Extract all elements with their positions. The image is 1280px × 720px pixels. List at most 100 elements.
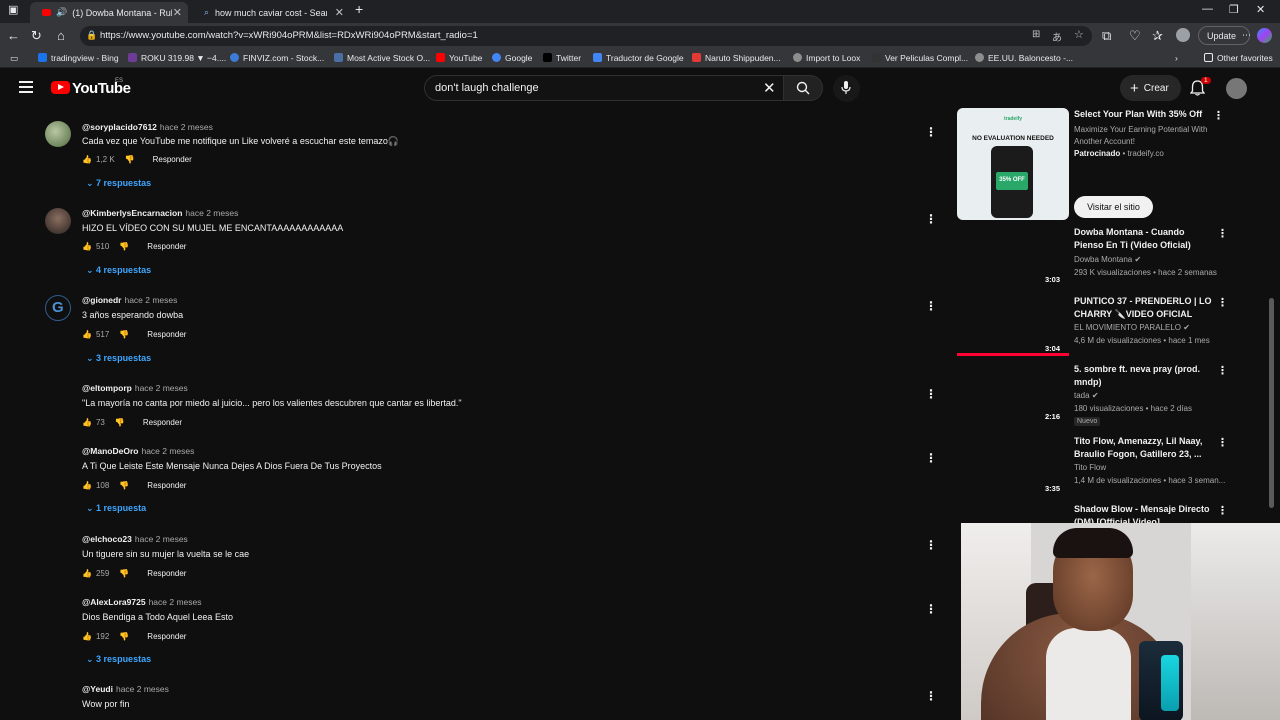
reply-button[interactable]: Responder — [147, 481, 186, 490]
close-tab-icon[interactable]: ✕ — [335, 6, 344, 19]
video-menu-icon[interactable]: ⋮ — [1217, 364, 1228, 377]
avatar[interactable]: G — [45, 295, 71, 321]
bookmark-item[interactable]: Import to Loox — [793, 53, 860, 63]
speaker-icon[interactable]: 🔊 — [56, 7, 67, 18]
comment-menu-icon[interactable]: ⋮ — [925, 387, 937, 401]
bookmark-item[interactable]: Ver Peliculas Compl... — [872, 53, 968, 63]
reply-button[interactable]: Responder — [147, 569, 186, 578]
app-icon[interactable]: ⊞ — [1032, 29, 1040, 40]
comment-menu-icon[interactable]: ⋮ — [925, 299, 937, 313]
video-channel[interactable]: EL MOVIMIENTO PARALELO ✔ — [1074, 323, 1190, 332]
account-avatar[interactable] — [1226, 78, 1247, 99]
comment-author[interactable]: @ManoDeOro hace 2 meses — [82, 446, 194, 456]
dislike-icon[interactable]: 👎 — [125, 155, 135, 164]
comment-author[interactable]: @elchoco23 hace 2 meses — [82, 534, 188, 544]
visit-site-button[interactable]: Visitar el sitio — [1074, 196, 1153, 218]
comment-author[interactable]: @AlexLora9725 hace 2 meses — [82, 597, 202, 607]
home-icon[interactable]: ⌂ — [57, 28, 65, 43]
reply-button[interactable]: Responder — [143, 418, 182, 427]
avatar[interactable] — [45, 208, 71, 234]
comment-menu-icon[interactable]: ⋮ — [925, 212, 937, 226]
video-channel[interactable]: tada ✔ — [1074, 391, 1099, 400]
bookmark-item[interactable]: EE.UU. Baloncesto -... — [975, 53, 1073, 63]
back-icon[interactable]: ← — [7, 28, 20, 43]
search-input[interactable]: don't laugh challenge ✕ — [424, 75, 784, 101]
close-tab-icon[interactable]: ✕ — [173, 6, 182, 19]
view-replies-button[interactable]: ⌄ 7 respuestas — [86, 178, 151, 189]
view-replies-button[interactable]: ⌄ 3 respuestas — [86, 353, 151, 364]
view-replies-button[interactable]: ⌄ 1 respuesta — [86, 503, 146, 514]
bookmark-item[interactable]: Most Active Stock O... — [334, 53, 430, 63]
avatar[interactable] — [45, 121, 71, 147]
like-icon[interactable]: 👍 — [82, 632, 92, 641]
copilot-icon[interactable] — [1257, 28, 1272, 43]
extensions-icon[interactable]: ⧉ — [1102, 28, 1111, 44]
create-button[interactable]: + Crear — [1120, 75, 1181, 101]
video-menu-icon[interactable]: ⋮ — [1217, 296, 1228, 309]
read-aloud-icon[interactable]: あ — [1052, 29, 1062, 44]
video-title[interactable]: Tito Flow, Amenazzy, Lil Naay, Braulio F… — [1074, 435, 1214, 461]
like-icon[interactable]: 👍 — [82, 481, 92, 490]
bookmark-item[interactable]: Twitter — [543, 53, 581, 63]
comment-menu-icon[interactable]: ⋮ — [925, 689, 937, 703]
like-icon[interactable]: 👍 — [82, 242, 92, 251]
tab-search[interactable]: ⌕ how much caviar cost - Search ✕ — [192, 2, 350, 23]
bookmark-item[interactable]: tradingview - Bing — [38, 53, 119, 63]
reply-button[interactable]: Responder — [147, 330, 186, 339]
comment-menu-icon[interactable]: ⋮ — [925, 538, 937, 552]
view-replies-button[interactable]: ⌄ 3 respuestas — [86, 654, 151, 665]
voice-search-button[interactable] — [833, 75, 860, 102]
minimize-icon[interactable]: — — [1202, 3, 1213, 15]
comment-author[interactable]: @KimberlysEncarnacion hace 2 meses — [82, 208, 238, 218]
search-button[interactable] — [783, 75, 823, 101]
video-title[interactable]: 5. sombre ft. neva pray (prod. mndp) — [1074, 363, 1214, 389]
maximize-icon[interactable]: ❐ — [1229, 3, 1239, 16]
comment-author[interactable]: @gionedr hace 2 meses — [82, 295, 177, 305]
address-bar[interactable]: 🔒 https://www.youtube.com/watch?v=xWRi90… — [80, 26, 1092, 46]
video-title[interactable]: PUNTICO 37 - PRENDERLO | LO CHARRY 🔪VIDE… — [1074, 295, 1214, 321]
video-menu-icon[interactable]: ⋮ — [1217, 436, 1228, 449]
dislike-icon[interactable]: 👎 — [119, 481, 129, 490]
bookmark-item[interactable]: FINVIZ.com - Stock... — [230, 53, 324, 63]
comment-author[interactable]: @eltomporp hace 2 meses — [82, 383, 188, 393]
browser-essentials-icon[interactable]: ♡ — [1129, 28, 1141, 44]
bookmark-item[interactable]: Other favorites — [1204, 53, 1273, 63]
bookmark-item[interactable]: Traductor de Google — [593, 53, 684, 63]
profile-icon[interactable] — [1176, 28, 1190, 42]
tab-actions-icon[interactable]: ▣ — [8, 3, 18, 16]
like-icon[interactable]: 👍 — [82, 155, 92, 164]
new-tab-icon[interactable]: + — [355, 1, 363, 17]
like-icon[interactable]: 👍 — [82, 418, 92, 427]
dislike-icon[interactable]: 👎 — [119, 330, 129, 339]
video-channel[interactable]: Tito Flow — [1074, 463, 1106, 472]
bookmark-item[interactable]: Naruto Shippuden... — [692, 53, 781, 63]
comment-author[interactable]: @soryplacido7612 hace 2 meses — [82, 122, 213, 132]
dislike-icon[interactable]: 👎 — [119, 632, 129, 641]
ad-menu-icon[interactable]: ⋮ — [1213, 109, 1224, 122]
lock-icon[interactable]: 🔒 — [86, 30, 97, 41]
ad-title[interactable]: Select Your Plan With 35% Off — [1074, 109, 1202, 119]
youtube-logo-icon[interactable] — [51, 81, 70, 94]
tab-youtube[interactable]: 🔊 (1) Dowba Montana - Rulay ✕ — [30, 2, 188, 23]
bookmark-item[interactable]: Google — [492, 53, 532, 63]
video-menu-icon[interactable]: ⋮ — [1217, 504, 1228, 517]
menu-icon[interactable] — [19, 81, 33, 93]
notifications-button[interactable]: 1 — [1189, 77, 1211, 101]
reading-list-icon[interactable]: ▭ — [10, 53, 18, 64]
video-channel[interactable]: Dowba Montana ✔ — [1074, 255, 1141, 264]
view-replies-button[interactable]: ⌄ 4 respuestas — [86, 265, 151, 276]
comment-author[interactable]: @Yeudi hace 2 meses — [82, 684, 169, 694]
favorites-icon[interactable]: ✰ — [1152, 28, 1163, 44]
like-icon[interactable]: 👍 — [82, 330, 92, 339]
dislike-icon[interactable]: 👎 — [119, 242, 129, 251]
comment-menu-icon[interactable]: ⋮ — [925, 602, 937, 616]
reply-button[interactable]: Responder — [153, 155, 192, 164]
refresh-icon[interactable]: ↻ — [31, 28, 42, 44]
video-title[interactable]: Dowba Montana - Cuando Pienso En Ti (Vid… — [1074, 226, 1214, 252]
bookmark-item[interactable]: YouTube — [436, 53, 482, 63]
like-icon[interactable]: 👍 — [82, 569, 92, 578]
reply-button[interactable]: Responder — [147, 242, 186, 251]
update-button[interactable]: Update ⋯ — [1198, 26, 1251, 45]
comment-menu-icon[interactable]: ⋮ — [925, 451, 937, 465]
close-window-icon[interactable]: ✕ — [1256, 3, 1265, 16]
